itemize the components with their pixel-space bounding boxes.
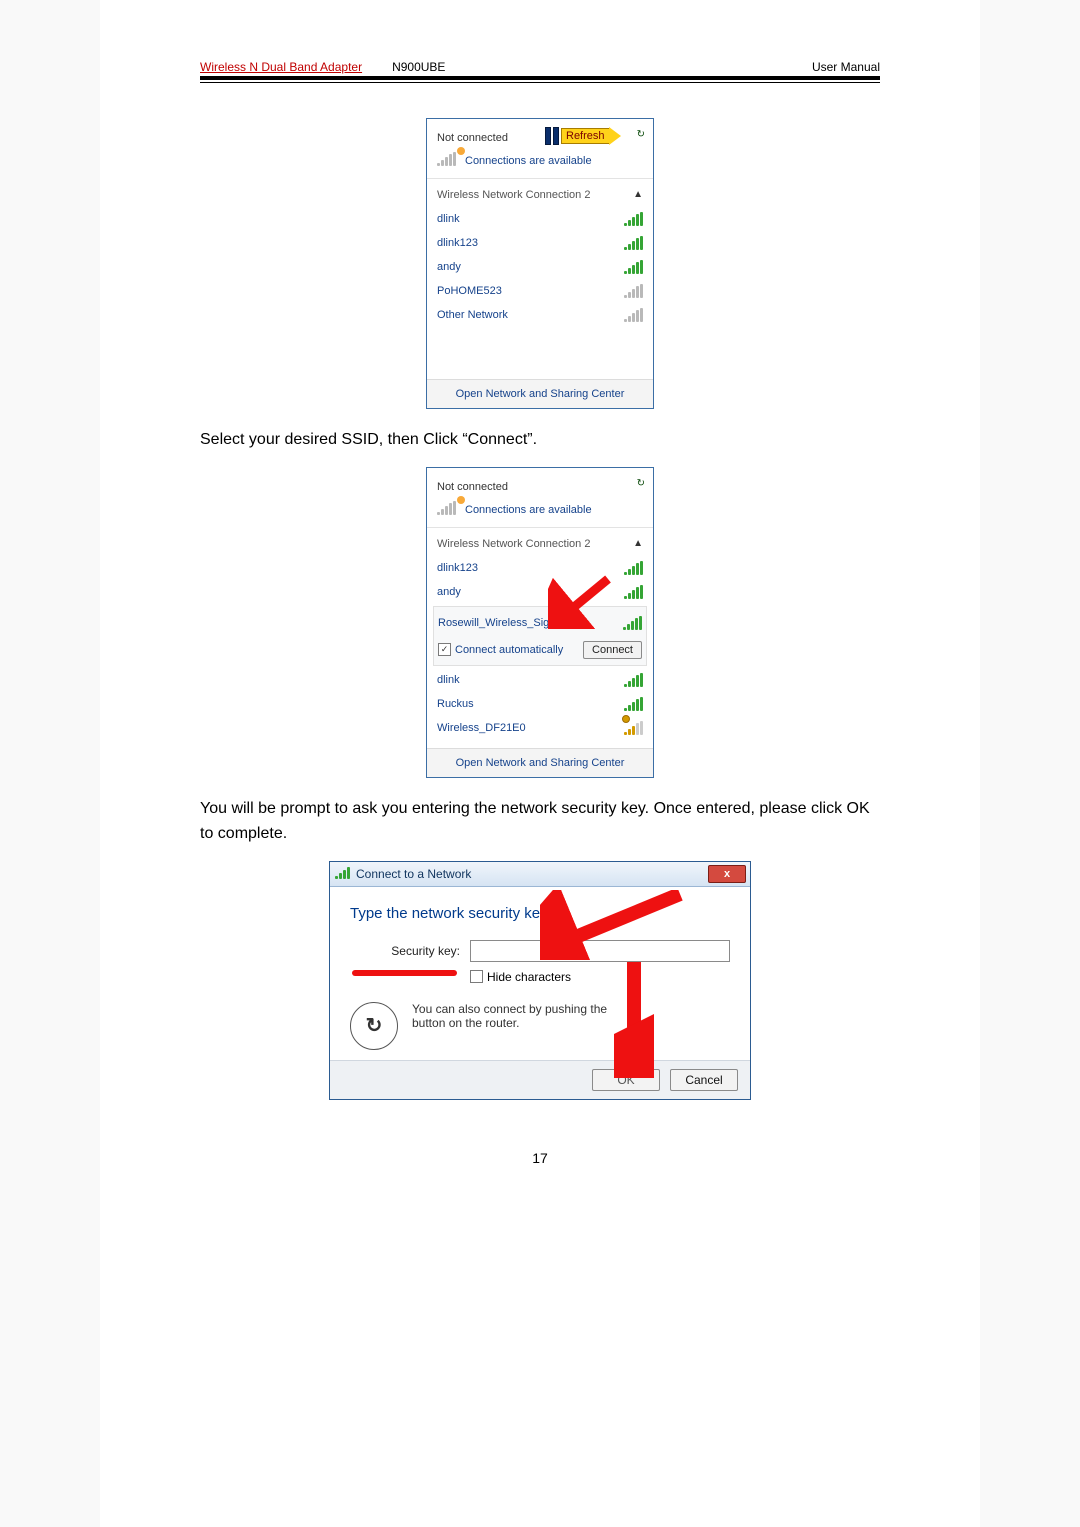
refresh-icon[interactable]: ↻ bbox=[637, 478, 645, 489]
signal-bars-icon bbox=[624, 585, 643, 599]
signal-bars-icon bbox=[624, 284, 643, 298]
page-number: 17 bbox=[200, 1150, 880, 1166]
model-number: N900UBE bbox=[392, 60, 445, 74]
signal-bars-icon bbox=[624, 697, 643, 711]
annotation-arrow-icon bbox=[548, 573, 618, 629]
product-name: Wireless N Dual Band Adapter bbox=[200, 60, 362, 74]
network-item[interactable]: dlink123 bbox=[437, 231, 643, 255]
network-item[interactable]: dlink bbox=[437, 207, 643, 231]
refresh-button[interactable]: Refresh bbox=[561, 128, 610, 144]
network-item[interactable]: Other Network bbox=[437, 303, 643, 327]
security-key-dialog: Connect to a Network x Type the network … bbox=[329, 861, 751, 1100]
signal-bars-icon bbox=[624, 673, 643, 687]
network-item[interactable]: Ruckus bbox=[437, 692, 643, 716]
signal-bars-icon bbox=[624, 721, 643, 735]
close-button[interactable]: x bbox=[708, 865, 746, 883]
wps-hint: You can also connect by pushing the butt… bbox=[412, 1002, 642, 1030]
sun-icon bbox=[457, 147, 465, 155]
security-key-label: Security key: bbox=[350, 944, 470, 958]
open-network-center-link[interactable]: Open Network and Sharing Center bbox=[456, 388, 625, 400]
open-network-center-link[interactable]: Open Network and Sharing Center bbox=[456, 757, 625, 769]
instruction-step-2: You will be prompt to ask you entering t… bbox=[200, 796, 880, 847]
signal-icon bbox=[437, 501, 459, 519]
connections-available-label: Connections are available bbox=[465, 155, 592, 167]
document-header: Wireless N Dual Band Adapter N900UBE Use… bbox=[200, 60, 880, 80]
connect-button[interactable]: Connect bbox=[583, 641, 642, 659]
instruction-step-1: Select your desired SSID, then Click “Co… bbox=[200, 427, 880, 453]
network-item[interactable]: Wireless_DF21E0 bbox=[437, 716, 643, 740]
signal-bars-icon bbox=[624, 236, 643, 250]
signal-icon bbox=[437, 152, 459, 170]
hide-characters-label: Hide characters bbox=[487, 970, 571, 984]
doc-type: User Manual bbox=[812, 60, 880, 74]
cancel-button[interactable]: Cancel bbox=[670, 1069, 738, 1091]
network-item[interactable]: PoHOME523 bbox=[437, 279, 643, 303]
chevron-up-icon[interactable]: ▲ bbox=[633, 538, 643, 550]
annotation-arrow-icon bbox=[614, 958, 654, 1078]
adapter-section-label: Wireless Network Connection 2 bbox=[437, 189, 590, 201]
annotation-arrow-icon bbox=[540, 890, 690, 960]
chevron-up-icon[interactable]: ▲ bbox=[633, 189, 643, 201]
dialog-title: Connect to a Network bbox=[356, 867, 471, 881]
connection-status: Not connected bbox=[437, 132, 508, 144]
signal-bars-icon bbox=[623, 616, 642, 630]
signal-bars-icon bbox=[624, 308, 643, 322]
network-item-selected[interactable]: Rosewill_Wireless_Signal bbox=[438, 617, 564, 629]
connection-status: Not connected bbox=[437, 481, 508, 493]
selected-network-box: Rosewill_Wireless_Signal ✓ Connect autom… bbox=[433, 606, 647, 666]
signal-bars-icon bbox=[624, 212, 643, 226]
hide-characters-checkbox[interactable] bbox=[470, 970, 483, 983]
connections-available-label: Connections are available bbox=[465, 504, 592, 516]
wps-icon: ↻ bbox=[350, 1002, 398, 1050]
annotation-underline bbox=[352, 970, 457, 976]
network-flyout-1: Refresh ↻ Not connected Connections are … bbox=[426, 118, 654, 409]
network-item[interactable]: andy bbox=[437, 255, 643, 279]
refresh-annotation: Refresh bbox=[545, 127, 621, 145]
network-flyout-2: ↻ Not connected Connections are availabl… bbox=[426, 467, 654, 778]
sun-icon bbox=[457, 496, 465, 504]
connect-auto-checkbox[interactable]: ✓ bbox=[438, 643, 451, 656]
refresh-icon[interactable]: ↻ bbox=[637, 129, 645, 140]
adapter-section-label: Wireless Network Connection 2 bbox=[437, 538, 590, 550]
network-item[interactable]: dlink bbox=[437, 668, 643, 692]
signal-bars-icon bbox=[624, 561, 643, 575]
dialog-app-icon bbox=[334, 866, 350, 882]
header-divider bbox=[200, 82, 880, 83]
signal-bars-icon bbox=[624, 260, 643, 274]
connect-auto-label: Connect automatically bbox=[455, 644, 563, 656]
